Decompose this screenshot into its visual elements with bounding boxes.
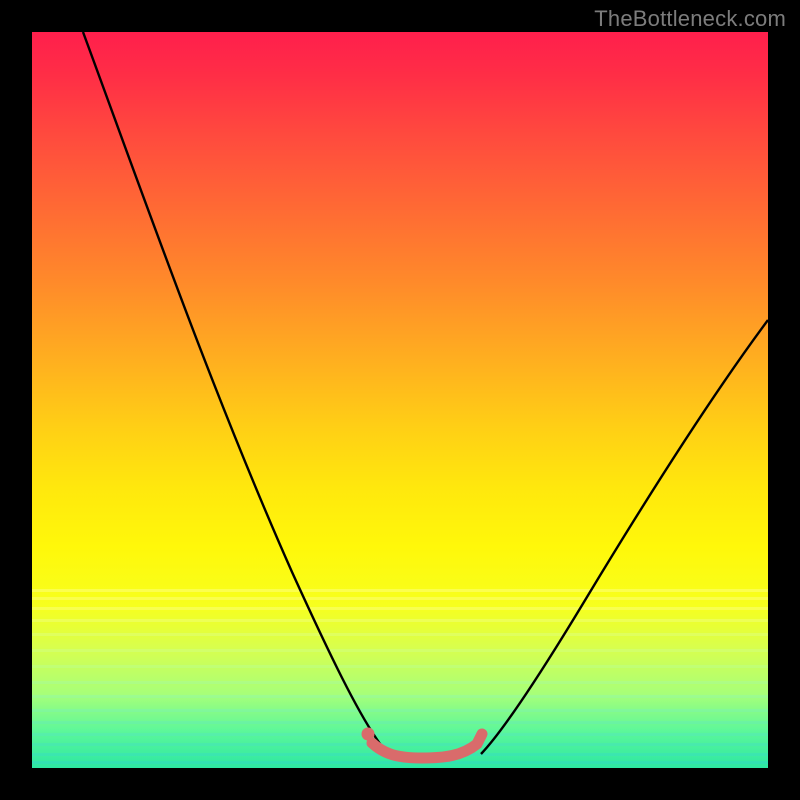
pink-dot [362, 728, 375, 741]
plot-area [32, 32, 768, 768]
right-curve [481, 320, 768, 754]
watermark-text: TheBottleneck.com [594, 6, 786, 32]
curve-layer [32, 32, 768, 768]
chart-frame: TheBottleneck.com [0, 0, 800, 800]
left-curve [83, 32, 390, 756]
bottom-pink-segment [372, 734, 482, 758]
